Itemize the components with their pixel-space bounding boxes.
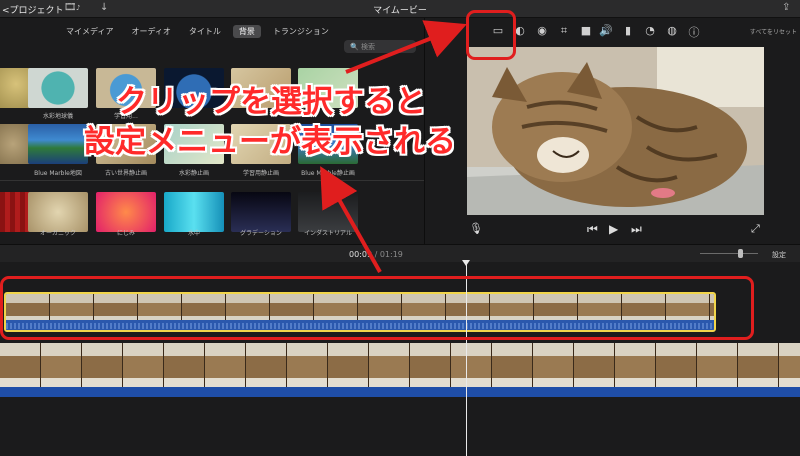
annotation-text-line2: 設定メニューが表示される [84,124,456,160]
arrow-from-clip [320,166,382,273]
annotation-text-line1: クリップを選択すると [116,84,426,120]
arrow-to-toolbar [345,20,467,74]
annotation-arrows [320,20,467,273]
